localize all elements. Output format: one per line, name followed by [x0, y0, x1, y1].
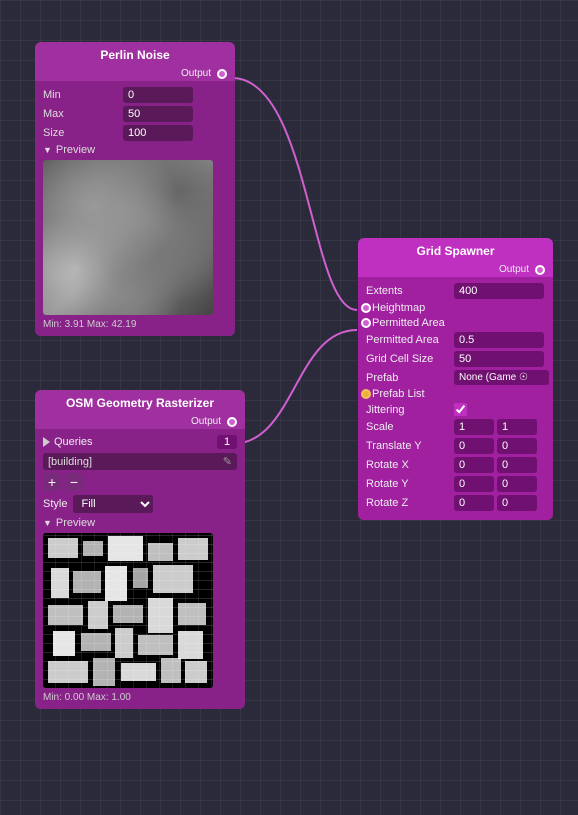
- translate-y-row: Translate Y: [366, 438, 545, 454]
- grid-spawner-output-port[interactable]: [535, 265, 545, 275]
- rotate-z-v2-input[interactable]: [497, 495, 537, 511]
- osm-queries-label-row: Queries: [43, 436, 93, 448]
- perlin-noise-output-label: Output: [181, 68, 211, 79]
- rotate-z-v1-input[interactable]: [454, 495, 494, 511]
- perlin-min-row: Min: [43, 87, 227, 103]
- osm-output-port[interactable]: [227, 417, 237, 427]
- osm-node: OSM Geometry Rasterizer Output Queries 1…: [35, 390, 245, 709]
- scale-row: Scale: [366, 419, 545, 435]
- grid-spawner-output-label: Output: [499, 264, 529, 275]
- perlin-preview-label: Preview: [56, 144, 95, 156]
- add-query-button[interactable]: +: [43, 473, 61, 491]
- permitted-area-port-label: Permitted Area: [366, 317, 454, 329]
- jittering-label: Jittering: [366, 404, 454, 416]
- prefab-row: Prefab: [366, 370, 545, 385]
- rotate-x-v1-input[interactable]: [454, 457, 494, 473]
- query-tag-icon[interactable]: ✎: [223, 455, 232, 468]
- style-row: Style Fill Outline Both: [43, 495, 237, 513]
- rotate-y-row: Rotate Y: [366, 476, 545, 492]
- style-select[interactable]: Fill Outline Both: [73, 495, 153, 513]
- grid-spawner-output-row: Output: [358, 262, 553, 277]
- remove-query-button[interactable]: −: [65, 473, 83, 491]
- extents-input[interactable]: [454, 283, 544, 299]
- grid-spawner-body: Extents Heightmap Permitted Area Permitt…: [358, 277, 553, 520]
- scale-y-input[interactable]: [497, 419, 537, 435]
- permitted-area-value-row: Permitted Area: [366, 332, 545, 348]
- osm-preview-header[interactable]: ▼ Preview: [43, 517, 237, 529]
- permitted-area-port-row: Permitted Area: [366, 317, 545, 329]
- osm-output-row: Output: [35, 414, 245, 429]
- osm-body: Queries 1 [building] ✎ + − Style Fill Ou…: [35, 429, 245, 709]
- grid-cell-size-row: Grid Cell Size: [366, 351, 545, 367]
- preview-collapse-icon: ▼: [43, 145, 52, 155]
- rotate-x-label: Rotate X: [366, 459, 454, 471]
- perlin-max-input[interactable]: [123, 106, 193, 122]
- grid-spawner-title: Grid Spawner: [358, 238, 553, 262]
- jittering-checkbox[interactable]: [454, 403, 467, 416]
- rotate-z-row: Rotate Z: [366, 495, 545, 511]
- jittering-row: Jittering: [366, 403, 545, 416]
- scale-x-input[interactable]: [454, 419, 494, 435]
- osm-queries-label: Queries: [54, 436, 93, 448]
- translate-y-y-input[interactable]: [497, 438, 537, 454]
- grid-cell-size-input[interactable]: [454, 351, 544, 367]
- query-item-building: [building] ✎: [43, 453, 237, 470]
- osm-preview-visual: [43, 533, 213, 688]
- rotate-y-v2-input[interactable]: [497, 476, 537, 492]
- prefab-list-row: Prefab List: [366, 388, 545, 400]
- heightmap-input-port[interactable]: [361, 303, 371, 313]
- osm-title: OSM Geometry Rasterizer: [35, 390, 245, 414]
- grid-cell-size-label: Grid Cell Size: [366, 353, 454, 365]
- queries-collapse-icon: [43, 437, 50, 447]
- osm-queries-header: Queries 1: [43, 435, 237, 449]
- style-label: Style: [43, 498, 67, 510]
- prefab-list-label: Prefab List: [366, 388, 454, 400]
- perlin-noise-body: Min Max Size ▼ Preview Min: 3.91 Max: 42…: [35, 81, 235, 336]
- osm-map-svg: [43, 533, 213, 688]
- osm-preview-label: Preview: [56, 517, 95, 529]
- perlin-size-label: Size: [43, 127, 123, 139]
- prefab-list-port[interactable]: [361, 389, 371, 399]
- perlin-min-label: Min: [43, 89, 123, 101]
- perlin-max-row: Max: [43, 106, 227, 122]
- osm-preview-collapse-icon: ▼: [43, 518, 52, 528]
- add-remove-row: + −: [43, 473, 237, 491]
- perlin-preview-info: Min: 3.91 Max: 42.19: [43, 319, 227, 330]
- perlin-preview-canvas: [43, 160, 213, 315]
- osm-output-label: Output: [191, 416, 221, 427]
- rotate-y-v1-input[interactable]: [454, 476, 494, 492]
- translate-y-label: Translate Y: [366, 440, 454, 452]
- perlin-max-label: Max: [43, 108, 123, 120]
- perlin-size-input[interactable]: [123, 125, 193, 141]
- rotate-x-v2-input[interactable]: [497, 457, 537, 473]
- rotate-x-row: Rotate X: [366, 457, 545, 473]
- permitted-area-input-port[interactable]: [361, 318, 371, 328]
- extents-label: Extents: [366, 285, 454, 297]
- query-tag-text: [building]: [48, 456, 92, 468]
- heightmap-label: Heightmap: [366, 302, 454, 314]
- heightmap-row: Heightmap: [366, 302, 545, 314]
- translate-y-x-input[interactable]: [454, 438, 494, 454]
- perlin-preview-visual: [43, 160, 213, 315]
- osm-preview-canvas: [43, 533, 213, 688]
- queries-count-badge: 1: [217, 435, 237, 449]
- perlin-noise-output-row: Output: [35, 66, 235, 81]
- perlin-noise-title: Perlin Noise: [35, 42, 235, 66]
- prefab-input[interactable]: [454, 370, 549, 385]
- permitted-area-input[interactable]: [454, 332, 544, 348]
- scale-label: Scale: [366, 421, 454, 433]
- grid-spawner-node: Grid Spawner Output Extents Heightmap Pe…: [358, 238, 553, 520]
- perlin-size-row: Size: [43, 125, 227, 141]
- perlin-preview-header[interactable]: ▼ Preview: [43, 144, 227, 156]
- rotate-z-label: Rotate Z: [366, 497, 454, 509]
- permitted-area-value-label: Permitted Area: [366, 334, 454, 346]
- perlin-min-input[interactable]: [123, 87, 193, 103]
- rotate-y-label: Rotate Y: [366, 478, 454, 490]
- prefab-label: Prefab: [366, 372, 454, 384]
- osm-preview-info: Min: 0.00 Max: 1.00: [43, 692, 237, 703]
- perlin-noise-node: Perlin Noise Output Min Max Size ▼ Previ…: [35, 42, 235, 336]
- extents-row: Extents: [366, 283, 545, 299]
- perlin-noise-output-port[interactable]: [217, 69, 227, 79]
